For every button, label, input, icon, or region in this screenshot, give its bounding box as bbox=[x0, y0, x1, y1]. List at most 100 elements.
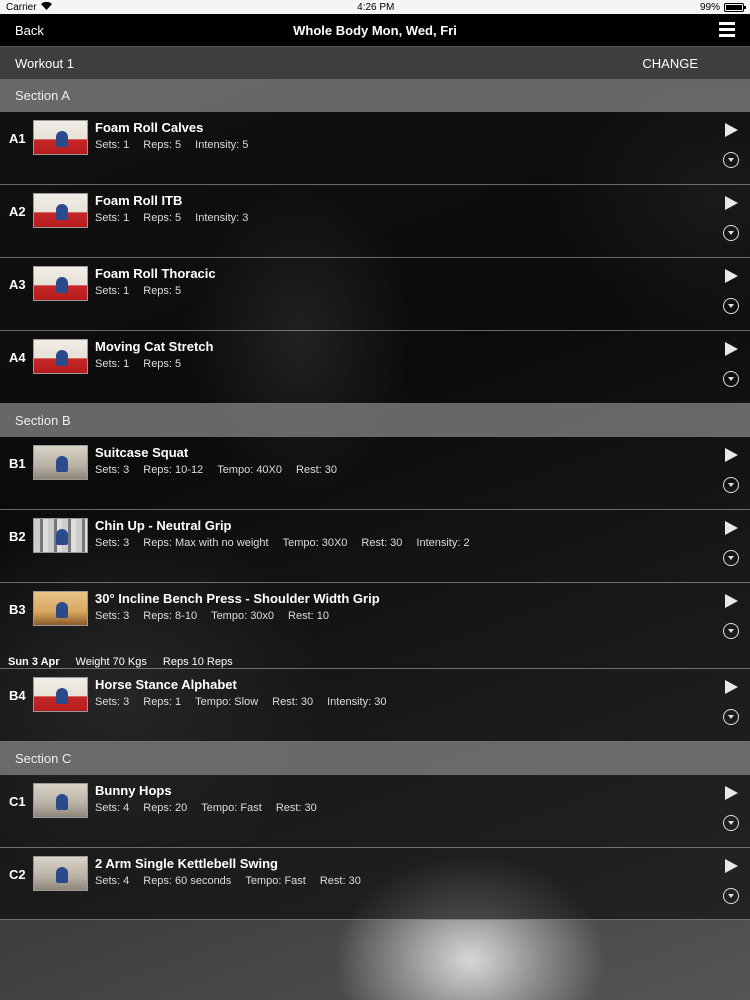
exercise-code: B4 bbox=[9, 688, 26, 703]
exercise-thumbnail[interactable] bbox=[33, 445, 88, 480]
exercise-name: Bunny Hops bbox=[95, 783, 172, 798]
thumbnail-figure bbox=[56, 456, 68, 472]
chevron-down-circle-icon[interactable] bbox=[723, 477, 739, 493]
battery-percent: 99% bbox=[699, 1, 720, 13]
exercise-name: Moving Cat Stretch bbox=[95, 339, 214, 354]
play-icon[interactable] bbox=[725, 786, 738, 800]
hamburger-menu-icon[interactable] bbox=[719, 22, 735, 38]
exercise-code: A4 bbox=[9, 350, 26, 365]
history-weight: Weight 70 Kgs bbox=[75, 656, 147, 668]
play-icon[interactable] bbox=[725, 269, 738, 283]
exercise-thumbnail[interactable] bbox=[33, 339, 88, 374]
exercise-meta-item: Tempo: 30X0 bbox=[282, 537, 348, 549]
exercise-code: A1 bbox=[9, 131, 26, 146]
exercise-code: C2 bbox=[9, 867, 26, 882]
exercise-meta: Sets: 3 Reps: 8-10 Tempo: 30x0 Rest: 10 bbox=[95, 610, 329, 622]
exercise-row[interactable]: C2 2 Arm Single Kettlebell Swing Sets: 4 Re… bbox=[0, 848, 750, 920]
exercise-meta-item: Reps: Max with no weight bbox=[143, 537, 269, 549]
exercise-code: B3 bbox=[9, 602, 26, 617]
exercise-thumbnail[interactable] bbox=[33, 591, 88, 626]
exercise-name: Foam Roll ITB bbox=[95, 193, 183, 208]
play-icon[interactable] bbox=[725, 680, 738, 694]
exercise-code: B1 bbox=[9, 456, 26, 471]
exercise-row[interactable]: A4 Moving Cat Stretch Sets: 1 Reps: 5 bbox=[0, 331, 750, 404]
play-icon[interactable] bbox=[725, 859, 738, 873]
exercise-meta-item: Sets: 3 bbox=[95, 464, 130, 476]
exercise-meta-item: Sets: 1 bbox=[95, 212, 130, 224]
exercise-meta-item: Sets: 1 bbox=[95, 139, 130, 151]
exercise-meta: Sets: 1 Reps: 5 Intensity: 3 bbox=[95, 212, 248, 224]
exercise-row[interactable]: A3 Foam Roll Thoracic Sets: 1 Reps: 5 bbox=[0, 258, 750, 331]
exercise-code: A2 bbox=[9, 204, 26, 219]
exercise-meta-item: Sets: 4 bbox=[95, 802, 130, 814]
exercise-meta: Sets: 1 Reps: 5 bbox=[95, 358, 181, 370]
play-icon[interactable] bbox=[725, 448, 738, 462]
exercise-meta: Sets: 4 Reps: 60 seconds Tempo: Fast Rest: … bbox=[95, 875, 361, 887]
chevron-down-circle-icon[interactable] bbox=[723, 815, 739, 831]
exercise-meta-item: Sets: 4 bbox=[95, 875, 130, 887]
exercise-meta: Sets: 3 Reps: Max with no weight Tempo: 30… bbox=[95, 537, 470, 549]
status-time: 4:26 PM bbox=[357, 1, 395, 13]
exercise-meta-item: Reps: 10-12 bbox=[143, 464, 204, 476]
play-icon[interactable] bbox=[725, 342, 738, 356]
page-title: Whole Body Mon, Wed, Fri bbox=[293, 22, 457, 38]
exercise-meta-item: Reps: 5 bbox=[143, 285, 182, 297]
change-workout-button[interactable]: CHANGE bbox=[642, 56, 698, 71]
exercise-meta-item: Reps: 5 bbox=[143, 139, 182, 151]
exercise-name: Foam Roll Thoracic bbox=[95, 266, 216, 281]
status-bar: Carrier 4:26 PM 99% bbox=[0, 0, 750, 14]
exercise-thumbnail[interactable] bbox=[33, 856, 88, 891]
exercise-meta-item: Intensity: 3 bbox=[195, 212, 249, 224]
exercise-meta: Sets: 1 Reps: 5 Intensity: 5 bbox=[95, 139, 248, 151]
exercise-thumbnail[interactable] bbox=[33, 266, 88, 301]
exercise-history: Sun 3 Apr Weight 70 Kgs Reps 10 Reps bbox=[0, 656, 750, 668]
thumbnail-figure bbox=[56, 794, 68, 810]
nav-bar: Back Whole Body Mon, Wed, Fri bbox=[0, 14, 750, 46]
exercise-meta-item: Rest: 30 bbox=[272, 696, 314, 708]
play-icon[interactable] bbox=[725, 521, 738, 535]
exercise-meta-item: Sets: 1 bbox=[95, 358, 130, 370]
chevron-down-circle-icon[interactable] bbox=[723, 550, 739, 566]
exercise-thumbnail[interactable] bbox=[33, 120, 88, 155]
exercise-meta-item: Reps: 60 seconds bbox=[143, 875, 232, 887]
back-button[interactable]: Back bbox=[15, 23, 44, 38]
exercise-thumbnail[interactable] bbox=[33, 783, 88, 818]
exercise-row[interactable]: B2 Chin Up - Neutral Grip Sets: 3 Reps: Max… bbox=[0, 510, 750, 583]
play-icon[interactable] bbox=[725, 594, 738, 608]
exercise-name: Chin Up - Neutral Grip bbox=[95, 518, 232, 533]
exercise-meta-item: Rest: 30 bbox=[296, 464, 337, 476]
play-icon[interactable] bbox=[725, 196, 738, 210]
exercise-row[interactable]: A2 Foam Roll ITB Sets: 1 Reps: 5 Intensity: … bbox=[0, 185, 750, 258]
chevron-down-circle-icon[interactable] bbox=[723, 152, 739, 168]
exercise-name: Horse Stance Alphabet bbox=[95, 677, 237, 692]
exercise-meta: Sets: 3 Reps: 1 Tempo: Slow Rest: 30 Intensi… bbox=[95, 696, 386, 708]
exercise-meta-item: Intensity: 2 bbox=[416, 537, 470, 549]
exercise-meta-item: Sets: 3 bbox=[95, 537, 130, 549]
exercise-thumbnail[interactable] bbox=[33, 193, 88, 228]
exercise-thumbnail[interactable] bbox=[33, 677, 88, 712]
exercise-meta: Sets: 3 Reps: 10-12 Tempo: 40X0 Rest: 30 bbox=[95, 464, 337, 476]
exercise-row[interactable]: C1 Bunny Hops Sets: 4 Reps: 20 Tempo: Fast Re… bbox=[0, 775, 750, 848]
chevron-down-circle-icon[interactable] bbox=[723, 623, 739, 639]
exercise-row[interactable]: A1 Foam Roll Calves Sets: 1 Reps: 5 Intensit… bbox=[0, 112, 750, 185]
thumbnail-figure bbox=[56, 350, 68, 366]
thumbnail-figure bbox=[56, 277, 68, 293]
exercise-meta-item: Reps: 20 bbox=[143, 802, 188, 814]
chevron-down-circle-icon[interactable] bbox=[723, 709, 739, 725]
exercise-meta: Sets: 4 Reps: 20 Tempo: Fast Rest: 30 bbox=[95, 802, 317, 814]
exercise-meta-item: Reps: 8-10 bbox=[143, 610, 198, 622]
chevron-down-circle-icon[interactable] bbox=[723, 371, 739, 387]
workout-label: Workout 1 bbox=[15, 55, 75, 71]
exercise-code: A3 bbox=[9, 277, 26, 292]
exercise-thumbnail[interactable] bbox=[33, 518, 88, 553]
wifi-icon bbox=[40, 1, 52, 13]
exercise-code: C1 bbox=[9, 794, 26, 809]
exercise-row[interactable]: B1 Suitcase Squat Sets: 3 Reps: 10-12 Tempo:… bbox=[0, 437, 750, 510]
exercise-meta-item: Tempo: Slow bbox=[195, 696, 259, 708]
exercise-row[interactable]: B4 Horse Stance Alphabet Sets: 3 Reps: 1 Tem… bbox=[0, 669, 750, 742]
thumbnail-figure bbox=[56, 131, 68, 147]
chevron-down-circle-icon[interactable] bbox=[723, 225, 739, 241]
chevron-down-circle-icon[interactable] bbox=[723, 888, 739, 904]
chevron-down-circle-icon[interactable] bbox=[723, 298, 739, 314]
play-icon[interactable] bbox=[725, 123, 738, 137]
